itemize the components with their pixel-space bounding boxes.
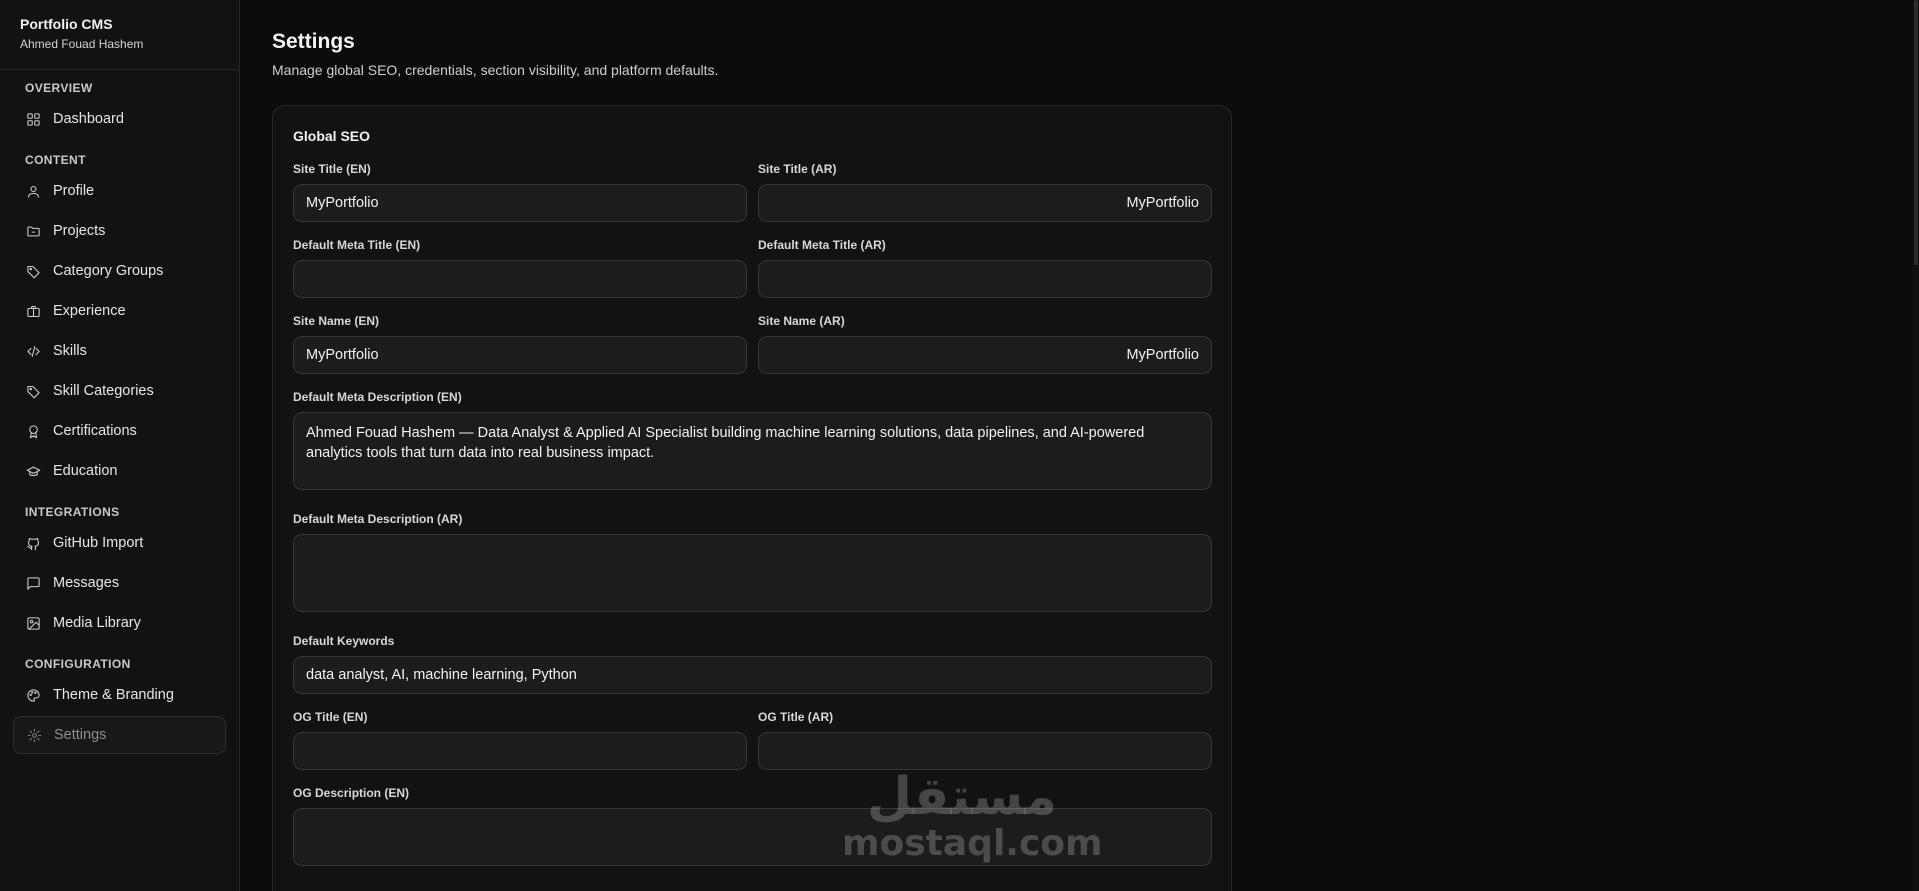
og-title-en-input[interactable] [293,732,747,770]
site-title-ar-field: Site Title (AR) [758,162,1212,222]
sidebar-item-settings[interactable]: Settings [13,716,226,754]
dashboard-icon [25,111,41,127]
meta-description-ar-field: Default Meta Description (AR) [293,512,1212,612]
page-subtitle: Manage global SEO, credentials, section … [272,62,719,78]
field-label: Default Meta Description (EN) [293,390,462,404]
site-title-en-input[interactable] [293,184,747,222]
user-name: Ahmed Fouad Hashem [20,37,144,51]
sidebar-item-profile[interactable]: Profile [13,172,226,210]
sidebar-item-skills[interactable]: Skills [13,332,226,370]
sidebar-item-label: Media Library [53,615,141,631]
sidebar-item-label: Certifications [53,423,137,439]
sidebar-nav: OVERVIEW Dashboard CONTENT Profile Proje… [0,81,239,754]
field-label: Default Meta Description (AR) [293,512,463,526]
gear-icon [26,727,42,743]
meta-description-ar-textarea[interactable] [293,534,1212,612]
meta-title-ar-field: Default Meta Title (AR) [758,238,1212,298]
github-icon [25,535,41,551]
user-icon [25,183,41,199]
tag-icon [25,263,41,279]
award-icon [25,423,41,439]
sidebar-item-media-library[interactable]: Media Library [13,604,226,642]
site-name-ar-input[interactable] [758,336,1212,374]
sidebar-item-label: Settings [54,727,107,743]
sidebar: Portfolio CMS Ahmed Fouad Hashem OVERVIE… [0,0,240,891]
keywords-field: Default Keywords [293,634,1212,694]
meta-description-en-field: Default Meta Description (EN) Ahmed Foua… [293,390,1212,490]
sidebar-item-label: Skill Categories [53,383,154,399]
tag-icon [25,383,41,399]
sidebar-item-label: Dashboard [53,111,124,127]
site-name-en-input[interactable] [293,336,747,374]
site-name-ar-field: Site Name (AR) [758,314,1212,374]
meta-title-en-input[interactable] [293,260,747,298]
meta-title-ar-input[interactable] [758,260,1212,298]
sidebar-item-label: Projects [53,223,106,239]
field-label: OG Title (AR) [758,710,834,724]
section-label-integrations: INTEGRATIONS [25,505,120,519]
sidebar-item-label: Experience [53,303,126,319]
sidebar-item-label: Education [53,463,118,479]
og-title-ar-field: OG Title (AR) [758,710,1212,770]
palette-icon [25,687,41,703]
sidebar-item-dashboard[interactable]: Dashboard [13,100,226,138]
page-scrollbar[interactable] [1913,0,1919,891]
sidebar-item-label: Skills [53,343,87,359]
brand-header: Portfolio CMS Ahmed Fouad Hashem [0,0,239,70]
field-label: OG Description (EN) [293,786,410,800]
graduation-cap-icon [25,463,41,479]
sidebar-item-label: Profile [53,183,95,199]
field-label: Default Meta Title (EN) [293,238,421,252]
og-description-en-textarea[interactable] [293,808,1212,866]
sidebar-item-label: Messages [53,575,120,591]
briefcase-icon [25,303,41,319]
message-icon [25,575,41,591]
sidebar-item-label: Category Groups [53,263,164,279]
meta-description-en-textarea[interactable]: Ahmed Fouad Hashem — Data Analyst & Appl… [293,412,1212,490]
page-title: Settings [272,30,355,53]
sidebar-item-education[interactable]: Education [13,452,226,490]
site-title-en-field: Site Title (EN) [293,162,747,222]
sidebar-item-label: GitHub Import [53,535,144,551]
og-title-ar-input[interactable] [758,732,1212,770]
sidebar-item-skill-categories[interactable]: Skill Categories [13,372,226,410]
meta-title-en-field: Default Meta Title (EN) [293,238,747,298]
field-label: Default Keywords [293,634,395,648]
og-description-en-field: OG Description (EN) [293,786,1212,866]
folder-icon [25,223,41,239]
app-name: Portfolio CMS [20,16,113,32]
sidebar-item-category-groups[interactable]: Category Groups [13,252,226,290]
section-label-configuration: CONFIGURATION [25,657,131,671]
site-name-en-field: Site Name (EN) [293,314,747,374]
site-title-ar-input[interactable] [758,184,1212,222]
scrollbar-thumb[interactable] [1914,0,1918,265]
sidebar-item-github-import[interactable]: GitHub Import [13,524,226,562]
card-title: Global SEO [293,128,371,144]
og-title-en-field: OG Title (EN) [293,710,747,770]
code-icon [25,343,41,359]
field-label: Site Title (EN) [293,162,371,176]
sidebar-item-projects[interactable]: Projects [13,212,226,250]
section-label-overview: OVERVIEW [25,81,93,95]
keywords-input[interactable] [293,656,1212,694]
sidebar-item-label: Theme & Branding [53,687,174,703]
field-label: Site Name (AR) [758,314,845,328]
image-icon [25,615,41,631]
global-seo-card: Global SEO Site Title (EN) Site Title (A… [272,105,1232,891]
section-label-content: CONTENT [25,153,86,167]
sidebar-item-messages[interactable]: Messages [13,564,226,602]
field-label: Default Meta Title (AR) [758,238,886,252]
sidebar-item-experience[interactable]: Experience [13,292,226,330]
field-label: OG Title (EN) [293,710,368,724]
sidebar-item-theme-branding[interactable]: Theme & Branding [13,676,226,714]
field-label: Site Title (AR) [758,162,837,176]
sidebar-item-certifications[interactable]: Certifications [13,412,226,450]
field-label: Site Name (EN) [293,314,380,328]
